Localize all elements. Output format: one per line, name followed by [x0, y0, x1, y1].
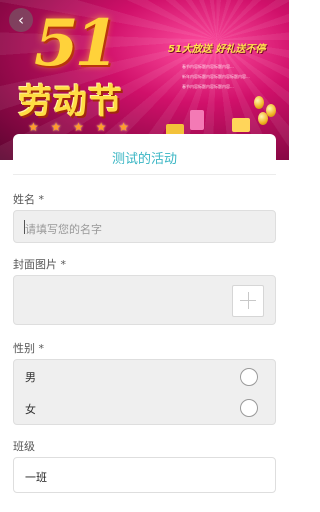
class-label: 班级 [13, 440, 35, 453]
banner-stars: ★ ★ ★ ★ ★ [28, 120, 134, 134]
back-button[interactable]: ‹ [9, 8, 33, 32]
banner-slogan: 51大放送 好礼送不停 [168, 44, 266, 55]
balloon-icon [258, 112, 268, 125]
chevron-left-icon: ‹ [18, 11, 24, 29]
banner-festival-text: 劳动节 [18, 82, 123, 122]
balloon-icon [254, 96, 264, 109]
gift-box-icon [232, 118, 250, 132]
gender-option-male[interactable]: 男 [25, 369, 36, 385]
activity-title: 测试的活动 [111, 152, 177, 167]
form-card: 测试的活动 姓名 * 请填写您的名字 封面图片 * 性别 * 男 女 班级 一班 [13, 134, 276, 512]
gender-label: 性别 * [13, 342, 44, 355]
name-input[interactable]: 请填写您的名字 [13, 210, 276, 243]
gender-female-radio[interactable] [240, 399, 258, 417]
gift-box-icon [190, 110, 204, 130]
name-placeholder: 请填写您的名字 [25, 223, 102, 236]
divider [13, 174, 276, 175]
class-input[interactable]: 一班 [13, 457, 276, 493]
add-image-button[interactable] [232, 285, 264, 317]
cover-image-label: 封面图片 * [13, 258, 66, 271]
banner-desc-line: 春节内容标题内容标题内容... [182, 84, 234, 89]
gender-options: 男 女 [13, 359, 276, 425]
banner-desc-line: 春节内容标题内容标题内容... [182, 64, 234, 69]
banner-desc-line: 新年内容标题内容标题内容标题内容... [182, 74, 250, 79]
banner-51-logo: 51 [34, 6, 119, 81]
cover-image-field [13, 275, 276, 325]
class-value: 一班 [25, 471, 47, 484]
gender-male-radio[interactable] [240, 368, 258, 386]
gender-option-female[interactable]: 女 [25, 401, 36, 417]
name-label: 姓名 * [13, 193, 44, 206]
